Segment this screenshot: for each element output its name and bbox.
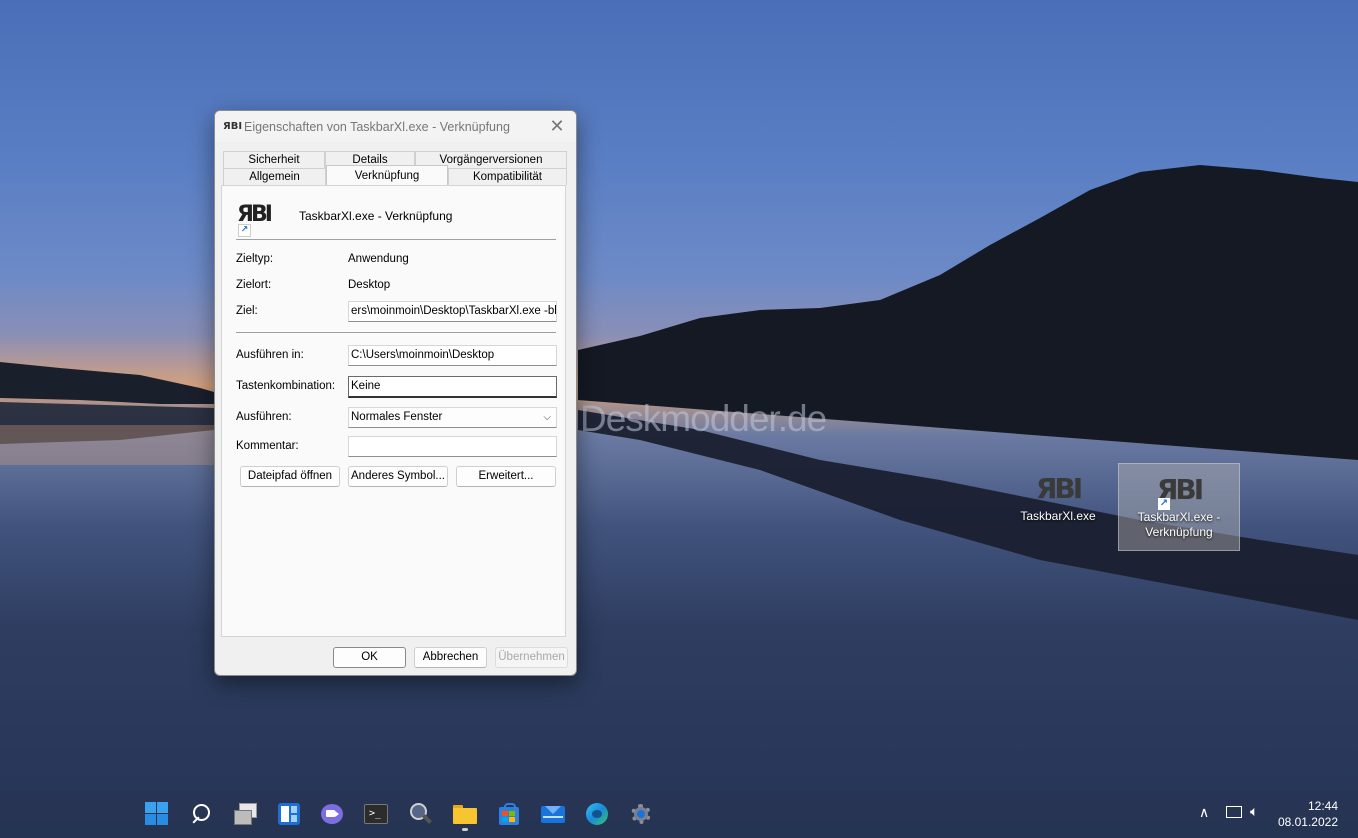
ausfuehren-in-input[interactable]: C:\Users\moinmoin\Desktop: [348, 345, 557, 366]
terminal-icon[interactable]: >_: [364, 802, 388, 826]
shortcut-arrow-icon: ↗: [1158, 498, 1170, 510]
magnifier-icon[interactable]: [408, 802, 432, 826]
settings-icon[interactable]: [629, 802, 653, 826]
ausfuehren-select[interactable]: Normales Fenster ⌵: [348, 407, 557, 428]
zielort-label: Zielort:: [236, 279, 272, 291]
kommentar-label: Kommentar:: [236, 440, 299, 452]
cancel-button[interactable]: Abbrechen: [414, 647, 487, 668]
change-icon-button[interactable]: Anderes Symbol...: [348, 466, 448, 487]
clock[interactable]: 12:44 08.01.2022: [1278, 798, 1338, 830]
close-icon[interactable]: ✕: [546, 115, 568, 137]
watermark-text: Deskmodder.de: [580, 398, 827, 439]
ausfuehren-label: Ausführen:: [236, 411, 292, 423]
desktop-icon-taskbarxl[interactable]: ЯBI TaskbarXl.exe: [998, 463, 1118, 549]
watermark: Deskmodder.de: [580, 398, 827, 440]
taskbar: >_ ∧ 🔈︎ 12:44 08.01.2022: [0, 790, 1358, 838]
app-icon: ЯBI: [223, 121, 243, 132]
tab-sicherheit[interactable]: Sicherheit: [223, 151, 325, 168]
tab-verknuepfung[interactable]: Verknüpfung: [326, 165, 448, 185]
tab-kompatibilitaet[interactable]: Kompatibilität: [448, 168, 567, 185]
divider: [236, 332, 556, 333]
ausfuehren-in-label: Ausführen in:: [236, 349, 304, 361]
network-icon[interactable]: [1226, 806, 1242, 818]
desktop-icon-label: TaskbarXl.exe - Verknüpfung: [1137, 510, 1221, 539]
file-explorer-icon[interactable]: [453, 802, 477, 831]
taskbarxl-icon: ЯBI: [1035, 472, 1083, 505]
desktop-icon-taskbarxl-shortcut[interactable]: ЯBI ↗ TaskbarXl.exe - Verknüpfung: [1118, 463, 1240, 551]
mail-icon[interactable]: [541, 802, 565, 826]
edge-icon[interactable]: [585, 802, 609, 826]
widgets-icon[interactable]: [277, 802, 301, 826]
tastenkombination-input[interactable]: Keine: [348, 376, 557, 398]
kommentar-input[interactable]: [348, 436, 557, 457]
zielort-value: Desktop: [348, 279, 391, 291]
clock-date: 08.01.2022: [1277, 815, 1338, 829]
ok-button[interactable]: OK: [333, 647, 406, 668]
volume-icon[interactable]: 🔈︎: [1250, 803, 1258, 820]
titlebar[interactable]: ЯBI Eigenschaften von TaskbarXl.exe - Ve…: [215, 111, 576, 142]
ziel-label: Ziel:: [236, 305, 258, 317]
shortcut-panel: ЯBI ↗ TaskbarXl.exe - Verknüpfung Zieltyp…: [221, 185, 566, 637]
advanced-button[interactable]: Erweitert...: [456, 466, 556, 487]
window-title: Eigenschaften von TaskbarXl.exe - Verknü…: [244, 120, 510, 134]
tastenkombination-label: Tastenkombination:: [236, 380, 336, 392]
ziel-input[interactable]: ers\moinmoin\Desktop\TaskbarXl.exe -blur: [348, 301, 557, 322]
properties-dialog: ЯBI Eigenschaften von TaskbarXl.exe - Ve…: [214, 110, 577, 676]
search-icon[interactable]: [190, 802, 214, 826]
zieltyp-label: Zieltyp:: [236, 253, 274, 265]
apply-button[interactable]: Übernehmen: [495, 647, 568, 668]
chat-icon[interactable]: [320, 802, 344, 826]
divider: [236, 239, 556, 240]
start-icon[interactable]: [145, 802, 169, 826]
store-icon[interactable]: [497, 802, 521, 826]
shortcut-name: TaskbarXl.exe - Verknüpfung: [299, 209, 453, 223]
clock-time: 12:44: [1307, 799, 1338, 813]
desktop-wallpaper: Deskmodder.de: [0, 0, 1358, 838]
desktop-icon-label: TaskbarXl.exe: [1020, 509, 1096, 523]
task-view-icon[interactable]: [233, 802, 257, 826]
shortcut-app-icon: ЯBI ↗: [237, 203, 273, 237]
chevron-up-icon[interactable]: ∧: [1199, 804, 1209, 821]
open-path-button[interactable]: Dateipfad öffnen: [240, 466, 340, 487]
zieltyp-value: Anwendung: [348, 253, 409, 265]
ausfuehren-selected-value: Normales Fenster: [351, 411, 443, 423]
tab-allgemein[interactable]: Allgemein: [223, 168, 326, 185]
shortcut-arrow-icon: ↗: [238, 224, 251, 237]
taskbarxl-shortcut-icon: ЯBI ↗: [1154, 474, 1204, 510]
chevron-down-icon: ⌵: [543, 412, 551, 423]
